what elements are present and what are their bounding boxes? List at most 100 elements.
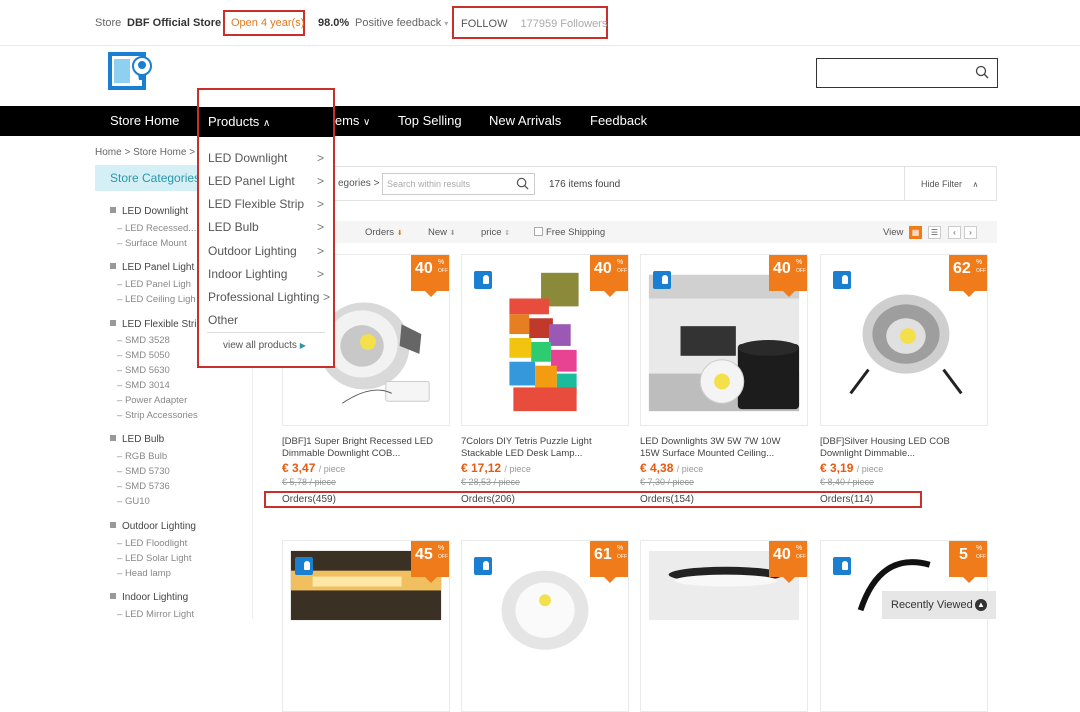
- product-price: € 4,38: [640, 461, 674, 475]
- menu-item-outdoor-lighting[interactable]: Outdoor Lighting >: [208, 244, 324, 258]
- sort-orders-label: Orders: [365, 227, 395, 238]
- follow-box: FOLLOW 177959 Followers: [452, 6, 608, 39]
- menu-item-professional-lighting[interactable]: Professional Lighting >: [208, 290, 330, 304]
- sidebar-sub-item[interactable]: LED Ceiling Ligh: [117, 294, 196, 305]
- product-title-link[interactable]: [DBF]Silver Housing LED COB Downlight Di…: [820, 436, 980, 460]
- product-card[interactable]: 40% OFF: [640, 254, 808, 426]
- off-label: OFF: [796, 268, 806, 274]
- discount-badge: 45% OFF: [411, 541, 449, 583]
- filter-bar: egories > Search within results 176 item…: [262, 166, 997, 201]
- next-page-icon[interactable]: ›: [964, 226, 977, 239]
- positive-feedback-link[interactable]: Positive feedback ▾: [355, 17, 448, 29]
- sidebar-cat-led-downlight[interactable]: LED Downlight: [110, 206, 188, 217]
- sidebar-sub-item[interactable]: SMD 5730: [117, 466, 170, 477]
- grid-view-icon[interactable]: ▦: [909, 226, 922, 239]
- sidebar-sub-item[interactable]: LED Panel Ligh: [117, 279, 191, 290]
- free-shipping-checkbox[interactable]: Free Shipping: [534, 227, 605, 238]
- product-card[interactable]: 40% OFF: [640, 540, 808, 712]
- prev-page-icon[interactable]: ‹: [948, 226, 961, 239]
- menu-item-other[interactable]: Other: [208, 313, 324, 327]
- store-logo-icon: [833, 271, 851, 289]
- sidebar-sub-item[interactable]: Head lamp: [117, 568, 171, 579]
- product-card[interactable]: 45% OFF: [282, 540, 450, 712]
- sidebar-sub-item[interactable]: RGB Bulb: [117, 451, 167, 462]
- product-card[interactable]: 62% OFF: [820, 254, 988, 426]
- list-view-icon[interactable]: ☰: [928, 226, 941, 239]
- menu-item-led-bulb[interactable]: LED Bulb >: [208, 220, 324, 234]
- sidebar-cat-led-panel-light[interactable]: LED Panel Light: [110, 262, 194, 273]
- menu-item-led-downlight[interactable]: LED Downlight >: [208, 151, 324, 165]
- sidebar-sub-item[interactable]: SMD 5630: [117, 365, 170, 376]
- sidebar-sub-item[interactable]: Power Adapter: [117, 395, 187, 406]
- store-logo[interactable]: [108, 50, 154, 92]
- nav-new-arrivals[interactable]: New Arrivals: [489, 113, 561, 128]
- menu-item-led-flexible-strip[interactable]: LED Flexible Strip >: [208, 197, 324, 211]
- sidebar-cat-led-flexible-strip[interactable]: LED Flexible Stri: [110, 319, 196, 330]
- checkbox-icon: [534, 227, 543, 236]
- store-info-bar: Store DBF Official Store Open 4 year(s) …: [0, 0, 1080, 46]
- sidebar-sub-item[interactable]: LED Floodlight: [117, 538, 187, 549]
- search-icon[interactable]: [516, 177, 529, 190]
- percent-sign: %: [796, 545, 803, 552]
- product-price: € 17,12: [461, 461, 502, 475]
- sidebar-sub-item[interactable]: SMD 3014: [117, 380, 170, 391]
- sidebar-sub-item[interactable]: Strip Accessories: [117, 410, 198, 421]
- off-label: OFF: [976, 554, 986, 560]
- percent-sign: %: [617, 259, 624, 266]
- nav-products-label: Products: [208, 114, 260, 129]
- follow-button[interactable]: FOLLOW: [461, 18, 507, 30]
- sidebar-sub-item[interactable]: GU10: [117, 496, 150, 507]
- menu-item-led-panel-light[interactable]: LED Panel Light >: [208, 174, 324, 188]
- sort-new[interactable]: New ⬇: [428, 227, 456, 238]
- categories-selector[interactable]: egories >: [338, 178, 379, 189]
- search-icon[interactable]: [975, 65, 989, 79]
- orders-count: Orders(154): [640, 494, 694, 505]
- menu-item-label: LED Downlight: [208, 151, 288, 165]
- sort-price-label: price: [481, 227, 502, 238]
- sort-price[interactable]: price ⇕: [481, 227, 510, 238]
- discount-badge: 40% OFF: [411, 255, 449, 297]
- sidebar-cat-indoor-lighting[interactable]: Indoor Lighting: [110, 592, 188, 603]
- nav-top-selling[interactable]: Top Selling: [398, 113, 462, 128]
- hide-filter-button[interactable]: Hide Filter ∧: [904, 167, 997, 200]
- menu-item-indoor-lighting[interactable]: Indoor Lighting >: [208, 267, 324, 281]
- chevron-right-icon: >: [322, 290, 330, 304]
- sidebar-sub-item[interactable]: LED Mirror Light: [117, 609, 194, 619]
- menu-item-label: Other: [208, 313, 239, 327]
- store-name-link[interactable]: DBF Official Store: [127, 17, 221, 29]
- sidebar-sub-item[interactable]: SMD 5736: [117, 481, 170, 492]
- nav-products[interactable]: Products ∧: [199, 107, 333, 137]
- product-card[interactable]: 40% OFF: [461, 254, 629, 426]
- chevron-up-icon: ∧: [972, 180, 979, 189]
- search-within-input[interactable]: Search within results: [382, 173, 535, 195]
- sidebar-sub-item[interactable]: Surface Mount: [117, 238, 187, 249]
- product-title-link[interactable]: LED Downlights 3W 5W 7W 10W 15W Surface …: [640, 436, 800, 460]
- store-logo-icon: [653, 271, 671, 289]
- sidebar-cat-outdoor-lighting[interactable]: Outdoor Lighting: [110, 521, 196, 532]
- product-title-link[interactable]: 7Colors DIY Tetris Puzzle Light Stackabl…: [461, 436, 621, 460]
- store-logo-icon: [474, 271, 492, 289]
- off-label: OFF: [617, 268, 627, 274]
- positive-feedback-label: Positive feedback: [355, 17, 442, 29]
- product-info: [DBF]Silver Housing LED COB Downlight Di…: [820, 436, 980, 487]
- product-title-link[interactable]: [DBF]1 Super Bright Recessed LED Dimmabl…: [282, 436, 442, 460]
- discount-badge: 62% OFF: [949, 255, 987, 297]
- sort-orders[interactable]: Orders ⬇: [365, 227, 403, 238]
- sidebar-sub-item[interactable]: SMD 5050: [117, 350, 170, 361]
- sidebar-cat-led-bulb[interactable]: LED Bulb: [110, 434, 164, 445]
- chevron-up-icon: ∧: [262, 118, 271, 129]
- sidebar-sub-item[interactable]: SMD 3528: [117, 335, 170, 346]
- recently-viewed-button[interactable]: Recently Viewed ▲: [882, 591, 996, 619]
- hide-filter-label: Hide Filter: [921, 179, 963, 189]
- product-card[interactable]: 61% OFF: [461, 540, 629, 712]
- sidebar-sub-item[interactable]: LED Recessed...: [117, 223, 196, 234]
- discount-value: 5: [959, 546, 968, 563]
- store-search-input[interactable]: [816, 58, 998, 88]
- price-unit: / piece: [318, 464, 346, 474]
- product-card[interactable]: 5% OFF: [820, 540, 988, 712]
- view-all-products-link[interactable]: view all products ▶: [223, 340, 306, 351]
- sidebar-sub-item[interactable]: LED Solar Light: [117, 553, 192, 564]
- nav-store-home[interactable]: Store Home: [110, 113, 179, 128]
- nav-feedback[interactable]: Feedback: [590, 113, 647, 128]
- breadcrumb[interactable]: Home > Store Home >: [95, 147, 195, 158]
